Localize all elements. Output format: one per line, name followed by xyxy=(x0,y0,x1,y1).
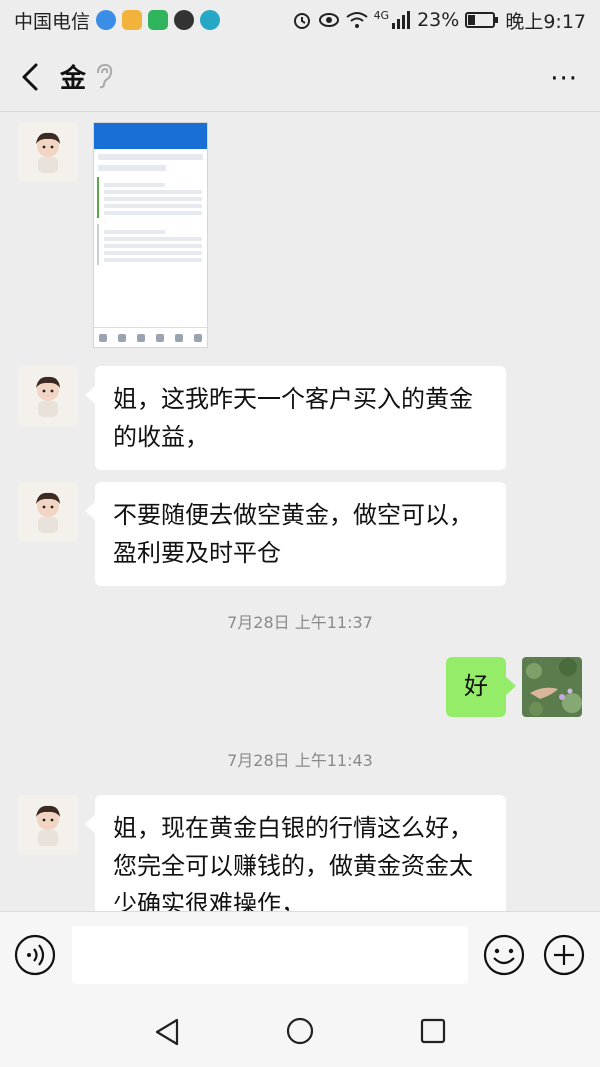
message-bubble[interactable]: 姐，这我昨天一个客户买入的黄金 的收益， xyxy=(85,366,506,470)
clock: 晚上9:17 xyxy=(505,10,586,33)
message-line: 盈利要及时平仓 xyxy=(113,539,281,567)
message-line: 您完全可以赚钱的，做黄金资金太 xyxy=(113,852,473,880)
status-left: 中国电信 xyxy=(14,7,221,34)
thumb-icon xyxy=(155,333,164,342)
message-bubble[interactable]: 不要随便去做空黄金，做空可以， 盈利要及时平仓 xyxy=(85,482,506,586)
status-bar: 中国电信 4G 23% 晚上9:17 xyxy=(0,0,600,40)
wifi-icon xyxy=(345,12,368,28)
message-timestamp: 7月28日 上午11:43 xyxy=(227,751,373,770)
message-line: 好 xyxy=(464,672,488,700)
nav-recent-icon[interactable] xyxy=(420,1018,446,1044)
system-nav-bar xyxy=(0,999,600,1067)
eye-icon xyxy=(318,13,339,27)
thumb-row xyxy=(104,204,202,208)
contact-avatar[interactable] xyxy=(18,482,78,542)
message-input[interactable] xyxy=(72,926,468,984)
thumb-icon xyxy=(99,333,108,342)
message-line: 不要随便去做空黄金，做空可以， xyxy=(113,501,473,529)
thumb-icon xyxy=(118,333,127,342)
thumb-row xyxy=(104,230,166,234)
message-timestamp: 7月28日 上午11:37 xyxy=(227,613,373,632)
thumb-row xyxy=(104,258,202,262)
thumb-footer xyxy=(94,327,207,347)
thumb-row xyxy=(104,211,202,215)
thumb-card xyxy=(97,177,204,218)
chat-area[interactable]: 姐，这我昨天一个客户买入的黄金 的收益， 不要随便去做空黄金，做空可以， 盈利要… xyxy=(0,113,600,911)
thumb-icon xyxy=(137,333,146,342)
message-line: 少确实很难操作， xyxy=(113,890,305,911)
thumb-row xyxy=(104,244,202,248)
message-line: 姐，这我昨天一个客户买入的黄金 xyxy=(113,385,473,413)
thumb-row xyxy=(104,183,166,187)
message-bubble-self[interactable]: 好 xyxy=(446,657,516,717)
contact-avatar[interactable] xyxy=(18,122,78,182)
nav-home-icon[interactable] xyxy=(286,1017,314,1045)
thumb-row xyxy=(98,154,203,160)
more-icon[interactable]: ··· xyxy=(550,64,578,94)
camel-app-icon xyxy=(200,10,221,30)
self-avatar[interactable] xyxy=(522,657,582,717)
input-bar xyxy=(0,911,600,999)
back-arrow-icon[interactable] xyxy=(14,60,48,94)
thumb-icon xyxy=(193,333,202,342)
thumb-icon xyxy=(174,333,183,342)
voice-icon[interactable] xyxy=(14,934,56,976)
plus-icon[interactable] xyxy=(543,934,585,976)
ear-icon xyxy=(97,63,113,89)
carrier-label: 中国电信 xyxy=(14,10,91,33)
battery-percent: 23% xyxy=(417,9,460,31)
thumb-row xyxy=(98,165,166,171)
battery-icon xyxy=(465,12,499,28)
message-line: 姐，现在黄金白银的行情这么好， xyxy=(113,814,473,842)
app-notification-icon xyxy=(96,10,117,30)
signal-icon xyxy=(392,11,411,29)
thumb-header xyxy=(94,123,207,149)
thumb-row xyxy=(104,237,202,241)
app-notification-icon xyxy=(122,10,143,30)
chat-header: 金 ··· xyxy=(0,40,600,112)
alarm-icon xyxy=(293,13,310,29)
thumb-row xyxy=(104,197,202,201)
thumb-card xyxy=(97,224,204,265)
thumb-row xyxy=(104,190,202,194)
message-line: 的收益， xyxy=(113,423,209,451)
chat-title: 金 xyxy=(60,64,87,94)
emoji-icon[interactable] xyxy=(483,934,525,976)
nav-back-icon[interactable] xyxy=(153,1017,181,1047)
chat-app-icon xyxy=(174,10,195,30)
image-message[interactable] xyxy=(93,122,208,348)
status-right: 4G 23% 晚上9:17 xyxy=(292,7,586,34)
video-app-icon xyxy=(148,10,169,30)
message-bubble[interactable]: 姐，现在黄金白银的行情这么好， 您完全可以赚钱的，做黄金资金太 少确实很难操作， xyxy=(85,795,506,911)
network-type: 4G xyxy=(373,8,390,22)
contact-avatar[interactable] xyxy=(18,366,78,426)
thumb-row xyxy=(104,251,202,255)
contact-avatar[interactable] xyxy=(18,795,78,855)
